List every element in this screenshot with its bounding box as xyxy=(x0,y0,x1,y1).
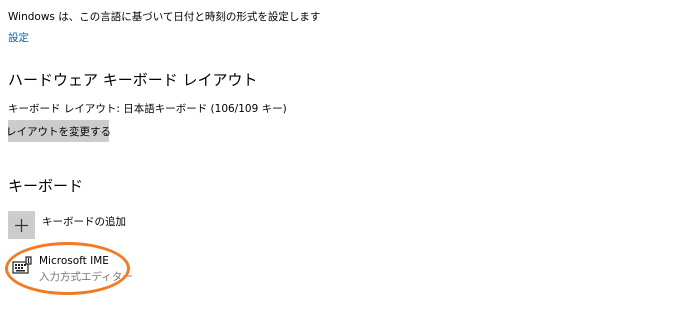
keyboards-heading: キーボード xyxy=(8,177,84,195)
keyboard-layout-label: キーボード レイアウト: 日本語キーボード (106/109 キー) xyxy=(8,103,287,115)
change-layout-button[interactable]: レイアウトを変更する xyxy=(6,120,111,142)
add-keyboard-label: キーボードの追加 xyxy=(42,216,126,228)
settings-link[interactable]: 設定 xyxy=(8,30,29,45)
hardware-keyboard-heading: ハードウェア キーボード レイアウト xyxy=(8,71,258,89)
highlight-circle xyxy=(5,242,130,295)
add-keyboard-button[interactable]: キーボードの追加 xyxy=(8,211,208,241)
region-description: Windows は、この言語に基づいて日付と時刻の形式を設定します xyxy=(8,11,321,23)
plus-icon xyxy=(8,211,35,239)
